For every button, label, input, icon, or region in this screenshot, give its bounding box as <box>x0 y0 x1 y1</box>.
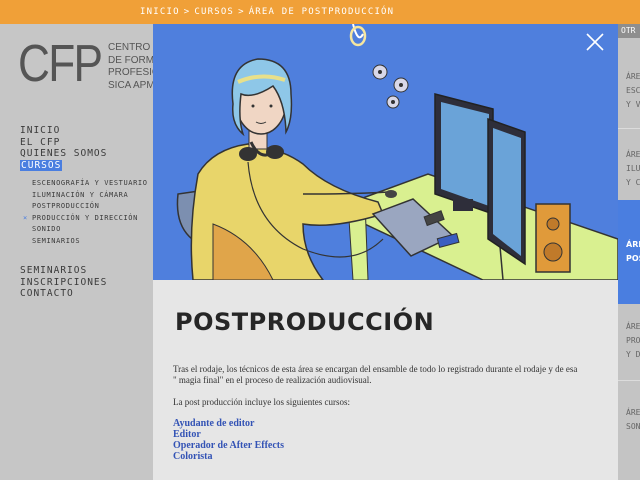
modal-intro: La post producción incluye los siguiente… <box>173 397 350 407</box>
course-area-modal: POSTPRODUCCIÓN Tras el rodaje, los técni… <box>153 24 618 480</box>
other-area-postproduccion[interactable]: ÁRE POS <box>618 200 640 304</box>
other-area-label: Y V <box>626 100 640 109</box>
course-link-editor[interactable]: Editor <box>173 429 284 440</box>
other-area-label: ÁRE <box>626 72 640 81</box>
modal-description: Tras el rodaje, los técnicos de esta áre… <box>173 364 578 385</box>
other-area-label: ÁRE <box>626 408 640 417</box>
other-area-label: Y D <box>626 350 640 359</box>
cursos-submenu: ESCENOGRAFÍA Y VESTUARIO ILUMINACIÓN Y C… <box>23 178 148 248</box>
submenu-item-seminarios[interactable]: SEMINARIOS <box>32 236 148 248</box>
submenu-item-escenografia[interactable]: ESCENOGRAFÍA Y VESTUARIO <box>32 178 148 190</box>
menu-item-cursos[interactable]: CURSOS <box>20 159 63 171</box>
submenu-item-iluminacion[interactable]: ILUMINACIÓN Y CÁMARA <box>32 190 148 202</box>
logo-mark: CFP <box>18 35 103 93</box>
course-link-ayudante-editor[interactable]: Ayudante de editor <box>173 418 284 429</box>
menu-item-el-cfp[interactable]: EL CFP <box>20 137 107 149</box>
divider <box>618 380 640 381</box>
menu-item-inscripciones[interactable]: INSCRIPCIONES <box>20 277 107 289</box>
secondary-menu: SEMINARIOS INSCRIPCIONES CONTACTO <box>20 265 107 300</box>
other-area-label: ILU <box>626 164 640 173</box>
menu-item-quienes-somos[interactable]: QUIENES SOMOS <box>20 148 107 160</box>
breadcrumb: INICIO > CURSOS > ÁREA DE POSTPRODUCCIÓN <box>140 0 394 24</box>
menu-item-inicio[interactable]: INICIO <box>20 125 107 137</box>
course-link-colorista[interactable]: Colorista <box>173 451 284 462</box>
main-menu: INICIO EL CFP QUIENES SOMOS CURSOS <box>20 125 107 171</box>
course-link-after-effects[interactable]: Operador de After Effects <box>173 440 284 451</box>
other-area-label: POS <box>626 254 640 263</box>
modal-title: POSTPRODUCCIÓN <box>175 308 435 336</box>
selected-marker-icon: × <box>23 213 28 222</box>
submenu-item-produccion[interactable]: × PRODUCCIÓN Y DIRECCIÓN <box>23 213 148 225</box>
submenu-item-label: PRODUCCIÓN Y DIRECCIÓN <box>32 213 138 222</box>
breadcrumb-separator: > <box>183 7 191 17</box>
breadcrumb-separator: > <box>238 7 245 17</box>
sidebar: CFP CENTRO DE FORMACIÓN PROFESIONAL SICA… <box>0 24 186 480</box>
other-area-label: SON <box>626 422 640 431</box>
other-area-label: PRO <box>626 336 640 345</box>
other-area-label: Y C <box>626 178 640 187</box>
submenu-item-sonido[interactable]: SONIDO <box>32 224 148 236</box>
submenu-item-postproduccion[interactable]: POSTPRODUCCIÓN <box>32 201 148 213</box>
breadcrumb-current: ÁREA DE POSTPRODUCCIÓN <box>248 7 395 17</box>
other-area-label: ÁRE <box>626 240 640 249</box>
course-list: Ayudante de editor Editor Operador de Af… <box>173 418 284 462</box>
breadcrumb-inicio[interactable]: INICIO <box>140 7 180 17</box>
other-areas-header: OTR <box>618 24 640 38</box>
breadcrumb-cursos[interactable]: CURSOS <box>194 7 234 17</box>
divider <box>618 128 640 129</box>
menu-item-contacto[interactable]: CONTACTO <box>20 288 107 300</box>
breadcrumb-bar: INICIO > CURSOS > ÁREA DE POSTPRODUCCIÓN <box>0 0 640 24</box>
other-areas-strip: OTR ÁRE ESC Y V ÁRE ILU Y C ÁRE POS ÁRE … <box>618 24 640 480</box>
other-area-label: ESC <box>626 86 640 95</box>
postproduction-illustration <box>153 24 618 280</box>
other-area-label: ÁRE <box>626 322 640 331</box>
other-area-label: ÁRE <box>626 150 640 159</box>
menu-item-seminarios[interactable]: SEMINARIOS <box>20 265 107 277</box>
close-icon[interactable] <box>584 31 606 53</box>
